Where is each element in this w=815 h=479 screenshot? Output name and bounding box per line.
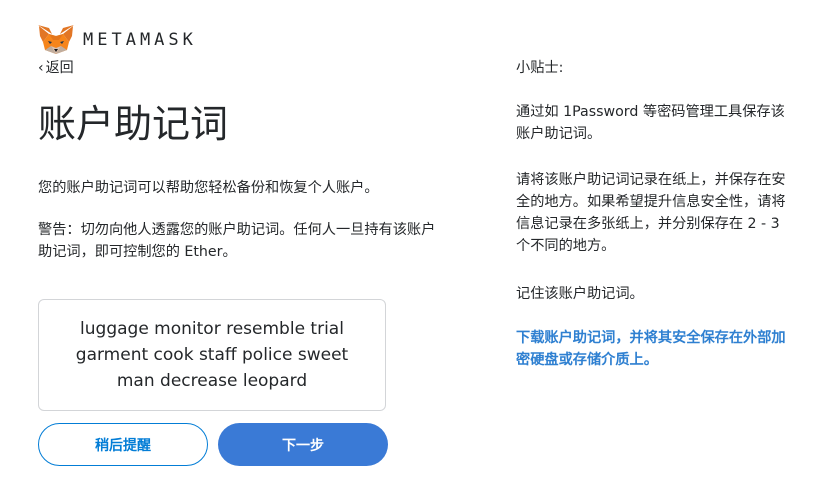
seed-phrase-text: luggage monitor resemble trial garment c… [75, 319, 349, 391]
tip-password-manager: 通过如 1Password 等密码管理工具保存该账户助记词。 [516, 104, 785, 142]
chevron-left-icon: ‹ [38, 60, 44, 76]
back-link[interactable]: ‹ 返回 [38, 57, 74, 77]
page-title: 账户助记词 [38, 102, 229, 146]
remind-later-button[interactable]: 稍后提醒 [38, 423, 208, 466]
tip-write-on-paper: 请将该账户助记词记录在纸上，并保存在安全的地方。如果希望提升信息安全性，请将信息… [516, 172, 786, 254]
download-seed-link[interactable]: 下载账户助记词，并将其安全保存在外部加密硬盘或存储介质上。 [516, 327, 786, 371]
page-description: 您的账户助记词可以帮助您轻松备份和恢复个人账户。 [38, 180, 379, 196]
warning-text: 警告：切勿向他人透露您的账户助记词。任何人一旦持有该账户助记词，即可控制您的 E… [38, 222, 436, 260]
brand-wordmark: METAMASK [83, 30, 197, 50]
back-label: 返回 [45, 60, 74, 76]
seed-phrase-box[interactable]: luggage monitor resemble trial garment c… [38, 299, 386, 411]
tips-title: 小贴士: [516, 60, 564, 76]
metamask-fox-icon [38, 25, 74, 54]
next-button[interactable]: 下一步 [218, 423, 388, 466]
tip-memorize: 记住该账户助记词。 [516, 286, 644, 302]
